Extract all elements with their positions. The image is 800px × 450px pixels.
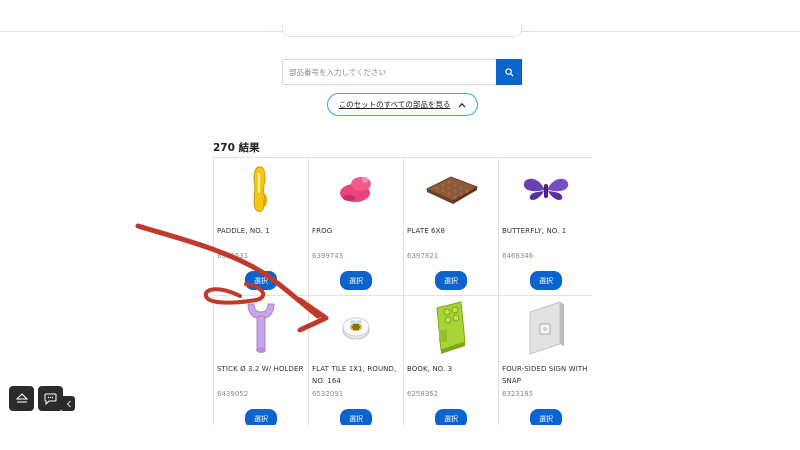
part-number: 6532091 bbox=[312, 390, 344, 398]
part-name: BOOK, NO. 3 bbox=[407, 365, 453, 373]
part-number: 6386531 bbox=[217, 252, 249, 260]
part-name: STICK Ø 3.2 W/ HOLDER bbox=[217, 365, 304, 373]
chat-button[interactable] bbox=[38, 386, 63, 411]
eject-icon bbox=[15, 393, 28, 403]
part-number: 6439052 bbox=[217, 390, 249, 398]
brown-plate-icon bbox=[404, 158, 498, 220]
select-part-button[interactable]: 選択 bbox=[435, 271, 467, 290]
part-number: 6468346 bbox=[502, 252, 534, 260]
lavender-stick-icon bbox=[214, 296, 308, 358]
header-search-box[interactable] bbox=[282, 24, 522, 37]
part-number: 6258352 bbox=[407, 390, 439, 398]
select-part-button[interactable]: 選択 bbox=[530, 271, 562, 290]
part-card[interactable]: PLATE 6X8 6397821 選択 bbox=[404, 158, 499, 296]
part-card[interactable]: PADDLE, NO. 1 6386531 選択 bbox=[214, 158, 309, 296]
part-name: PLATE 6X8 bbox=[407, 227, 446, 235]
yellow-paddle-icon bbox=[214, 158, 308, 220]
view-all-parts-label: このセットのすべての部品を見る bbox=[338, 100, 451, 109]
grey-sign-icon bbox=[499, 296, 592, 358]
part-card[interactable]: BUTTERFLY, NO. 1 6468346 選択 bbox=[499, 158, 592, 296]
chevron-up-icon bbox=[458, 102, 466, 107]
select-part-button[interactable]: 選択 bbox=[340, 409, 372, 425]
select-part-button[interactable]: 選択 bbox=[340, 271, 372, 290]
collapse-tab[interactable] bbox=[62, 396, 75, 411]
part-name: FROG bbox=[312, 227, 333, 235]
part-name: BUTTERFLY, NO. 1 bbox=[502, 227, 567, 235]
chevron-left-icon bbox=[66, 400, 71, 407]
green-book-icon bbox=[404, 296, 498, 358]
purple-butterfly-icon bbox=[499, 158, 592, 220]
select-part-button[interactable]: 選択 bbox=[245, 409, 277, 425]
part-name: FLAT TILE 1X1, ROUND, NO. 164 bbox=[312, 365, 397, 385]
part-number: 6397821 bbox=[407, 252, 439, 260]
select-part-button[interactable]: 選択 bbox=[435, 409, 467, 425]
chat-bubble-icon bbox=[44, 393, 57, 405]
scroll-top-button[interactable] bbox=[9, 386, 34, 411]
pink-frog-icon bbox=[309, 158, 403, 220]
part-card[interactable]: FLAT TILE 1X1, ROUND, NO. 164 6532091 選択 bbox=[309, 296, 404, 425]
part-number: 6399743 bbox=[312, 252, 344, 260]
part-card[interactable]: FROG 6399743 選択 bbox=[309, 158, 404, 296]
part-card[interactable]: BOOK, NO. 3 6258352 選択 bbox=[404, 296, 499, 425]
part-name: PADDLE, NO. 1 bbox=[217, 227, 270, 235]
results-count: 270 結果 bbox=[213, 142, 260, 154]
part-number: 6323185 bbox=[502, 390, 534, 398]
select-part-button[interactable]: 選択 bbox=[530, 409, 562, 425]
part-card[interactable]: STICK Ø 3.2 W/ HOLDER 6439052 選択 bbox=[214, 296, 309, 425]
view-all-parts-toggle[interactable]: このセットのすべての部品を見る bbox=[327, 93, 478, 116]
search-icon bbox=[504, 67, 514, 77]
search-button[interactable] bbox=[496, 59, 522, 85]
part-name: FOUR-SIDED SIGN WITH SNAP bbox=[502, 365, 588, 385]
part-number-search-input[interactable] bbox=[282, 59, 496, 85]
select-part-button[interactable]: 選択 bbox=[245, 271, 277, 290]
bee-tile-icon bbox=[309, 296, 403, 358]
part-card[interactable]: FOUR-SIDED SIGN WITH SNAP 6323185 選択 bbox=[499, 296, 592, 425]
parts-grid: PADDLE, NO. 1 6386531 選択 FROG 6399743 選択 bbox=[213, 157, 592, 425]
